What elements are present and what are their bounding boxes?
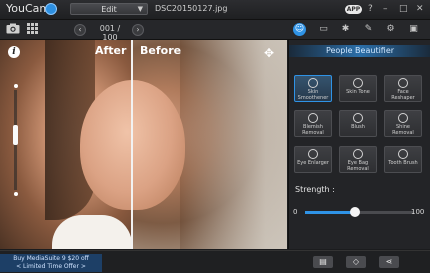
app-name: YouCam xyxy=(6,2,51,15)
app-badge-button[interactable]: APP xyxy=(345,5,362,14)
strength-max: 100 xyxy=(411,208,425,216)
people-beautifier-tool-icon[interactable]: ☺ xyxy=(293,23,306,36)
promo-line-1: Buy MediaSuite 9 $20 off xyxy=(13,255,89,262)
maximize-button[interactable]: □ xyxy=(399,4,408,14)
strength-label: Strength : xyxy=(295,185,335,194)
feature-label: Tooth Brush xyxy=(388,160,418,166)
photo-canvas[interactable]: After Before i ✥ xyxy=(0,40,287,249)
chevron-down-icon: ▼ xyxy=(137,5,143,13)
help-button[interactable]: ? xyxy=(368,4,373,14)
background-region xyxy=(180,40,287,249)
before-label: Before xyxy=(140,44,182,57)
eraser-icon[interactable]: ◇ xyxy=(346,256,366,268)
blush-button[interactable]: Blush xyxy=(339,110,377,137)
skin-smoothener-icon xyxy=(308,78,318,88)
eye-bag-removal-button[interactable]: Eye Bag Removal xyxy=(339,146,377,173)
tooth-brush-button[interactable]: Tooth Brush xyxy=(384,146,422,173)
feature-label: Skin Tone xyxy=(346,89,370,95)
page-counter: 001 / 100 xyxy=(99,24,121,42)
eye-enlarger-button[interactable]: Eye Enlarger xyxy=(294,146,332,173)
toolbar: ‹ 001 / 100 › ☺ ▭ ✱ ✎ ⚙ ▣ xyxy=(0,20,430,42)
feature-label: Eye Bag Removal xyxy=(347,160,369,172)
tooth-brush-icon xyxy=(398,149,408,159)
after-label: After xyxy=(95,44,127,57)
shine-removal-button[interactable]: Shine Removal xyxy=(384,110,422,137)
strength-slider-handle[interactable] xyxy=(349,207,360,217)
share-icon[interactable]: ⋖ xyxy=(379,256,399,268)
feature-label: Blush xyxy=(351,124,365,130)
close-button[interactable]: ✕ xyxy=(416,4,424,14)
feature-label: Face Reshaper xyxy=(391,89,415,101)
blemish-removal-button[interactable]: Blemish Removal xyxy=(294,110,332,137)
promo-line-2: < Limited Time Offer > xyxy=(16,263,86,270)
strength-min: 0 xyxy=(293,208,298,216)
effects-tool-icon[interactable]: ⚙ xyxy=(384,23,397,36)
grid-view-icon[interactable] xyxy=(27,23,38,34)
strength-slider-fill xyxy=(305,211,355,214)
eye-enlarger-icon xyxy=(308,149,318,159)
zoom-out-dot-icon xyxy=(14,192,18,196)
mode-dropdown[interactable]: Edit ▼ xyxy=(70,3,148,15)
status-bar: Buy MediaSuite 9 $20 off < Limited Time … xyxy=(0,250,430,273)
skin-tone-icon xyxy=(353,78,363,88)
face-reshaper-icon xyxy=(398,78,408,88)
save-to-library-icon[interactable]: ▤ xyxy=(313,256,333,268)
app-logo-icon xyxy=(45,3,57,15)
feature-label: Blemish Removal xyxy=(302,124,324,136)
compare-divider-handle[interactable] xyxy=(131,40,133,249)
next-photo-button[interactable]: › xyxy=(132,24,144,36)
blemish-removal-icon xyxy=(308,113,318,123)
zoom-slider-handle[interactable] xyxy=(13,125,18,145)
info-icon[interactable]: i xyxy=(8,46,20,58)
minimize-button[interactable]: – xyxy=(383,4,388,14)
feature-label: Skin Smoothener xyxy=(297,89,329,101)
coffee-cup xyxy=(52,215,132,249)
zoom-in-dot-icon xyxy=(14,84,18,88)
feature-label: Eye Enlarger xyxy=(297,160,329,166)
frames-tool-icon[interactable]: ▣ xyxy=(407,23,420,36)
shine-removal-icon xyxy=(398,113,408,123)
panel-header: People Beautifier xyxy=(289,45,430,57)
move-icon[interactable]: ✥ xyxy=(264,46,274,60)
enhance-tool-icon[interactable]: ✱ xyxy=(339,23,352,36)
file-name: DSC20150127.jpg xyxy=(155,4,228,13)
skin-smoothener-button[interactable]: Skin Smoothener xyxy=(294,75,332,102)
previous-photo-button[interactable]: ‹ xyxy=(74,24,86,36)
feature-label: Shine Removal xyxy=(392,124,414,136)
promo-banner[interactable]: Buy MediaSuite 9 $20 off < Limited Time … xyxy=(0,254,102,272)
brush-tool-icon[interactable]: ✎ xyxy=(362,23,375,36)
face-reshaper-button[interactable]: Face Reshaper xyxy=(384,75,422,102)
mode-dropdown-label: Edit xyxy=(101,5,117,14)
crop-tool-icon[interactable]: ▭ xyxy=(317,23,330,36)
beautifier-panel: People Beautifier Skin Smoothener Skin T… xyxy=(288,40,430,249)
title-bar: YouCam Edit ▼ DSC20150127.jpg APP ? – □ … xyxy=(0,0,430,20)
skin-tone-button[interactable]: Skin Tone xyxy=(339,75,377,102)
camera-icon[interactable] xyxy=(6,23,20,34)
eye-bag-removal-icon xyxy=(353,149,363,159)
blush-icon xyxy=(353,113,363,123)
